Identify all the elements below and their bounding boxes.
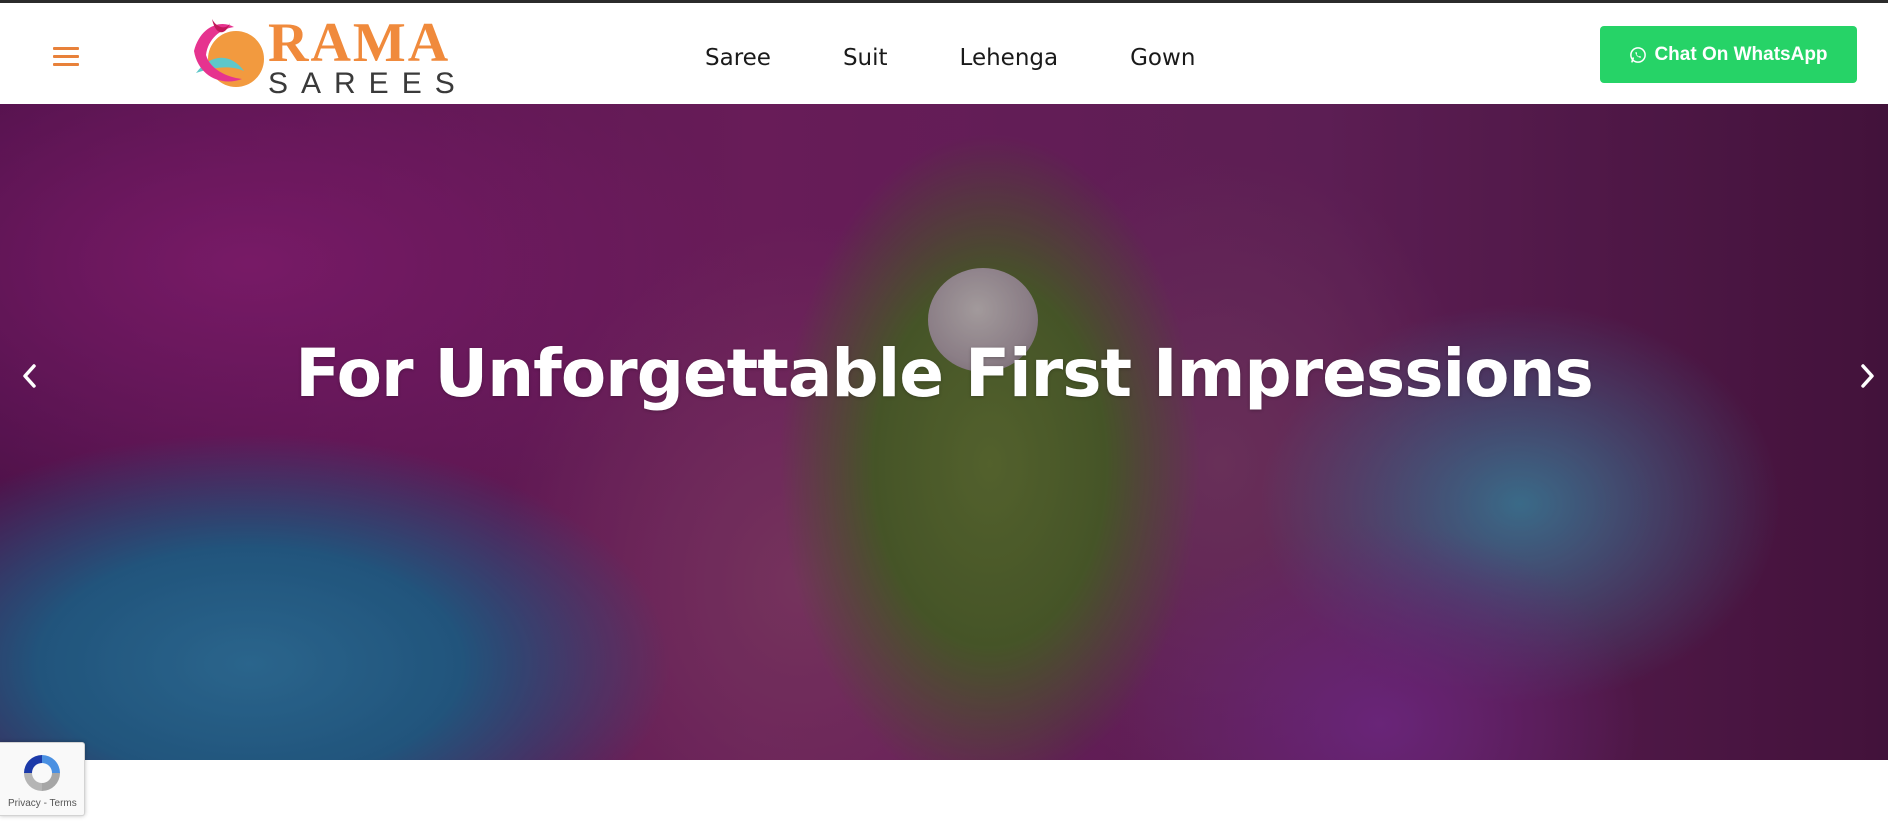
recaptcha-terms-link[interactable]: Terms	[50, 798, 77, 809]
recaptcha-badge[interactable]: Privacy - Terms	[0, 742, 85, 816]
site-header: RAMA SAREES Saree Suit Lehenga Gown Chat…	[0, 3, 1888, 104]
slider-prev-button[interactable]	[14, 356, 44, 396]
site-logo[interactable]: RAMA SAREES	[186, 12, 455, 99]
nav-item-lehenga[interactable]: Lehenga	[960, 43, 1059, 73]
chat-on-whatsapp-button[interactable]: Chat On WhatsApp	[1600, 26, 1857, 83]
nav-item-saree[interactable]: Saree	[705, 43, 771, 73]
chevron-left-icon	[23, 364, 36, 388]
recaptcha-privacy-link[interactable]: Privacy	[8, 798, 41, 809]
hamburger-menu-icon[interactable]	[53, 47, 79, 67]
hero-overlay	[0, 104, 1888, 760]
recaptcha-links: Privacy - Terms	[8, 798, 77, 809]
logo-wordmark-primary: RAMA	[268, 12, 451, 74]
recaptcha-separator: -	[40, 798, 50, 809]
whatsapp-icon	[1630, 46, 1647, 63]
logo-wordmark-secondary: SAREES	[268, 67, 468, 100]
slider-next-button[interactable]	[1853, 356, 1883, 396]
nav-item-gown[interactable]: Gown	[1130, 43, 1195, 73]
chat-on-whatsapp-label: Chat On WhatsApp	[1654, 43, 1828, 65]
hero-title: For Unforgettable First Impressions	[295, 335, 1593, 412]
recaptcha-icon	[24, 755, 60, 791]
main-nav: Saree Suit Lehenga Gown	[705, 43, 1267, 73]
hero-slider: For Unforgettable First Impressions	[0, 104, 1888, 760]
logo-emblem-icon	[194, 19, 264, 87]
nav-item-suit[interactable]: Suit	[843, 43, 888, 73]
chevron-right-icon	[1861, 364, 1874, 388]
